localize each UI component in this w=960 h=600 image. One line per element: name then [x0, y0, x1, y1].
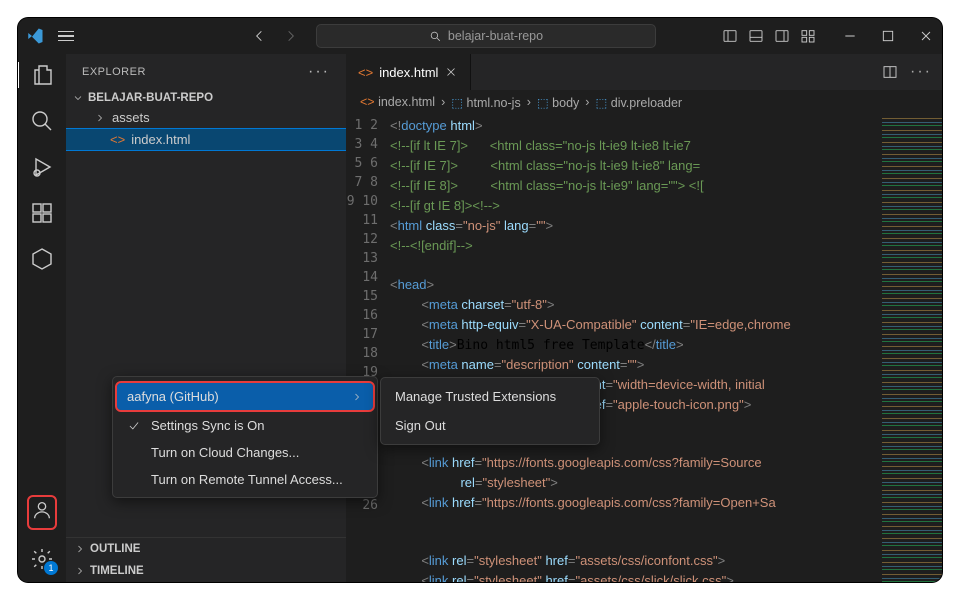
explorer-sidebar: EXPLORER ··· BELAJAR-BUAT-REPO assets <> i… — [66, 54, 346, 582]
tab-more-icon[interactable]: ··· — [910, 63, 932, 81]
line-gutter: 1 2 3 4 5 6 7 8 9 10 11 12 13 14 15 16 1… — [346, 114, 390, 582]
breadcrumb[interactable]: <> index.html›⬚ html.no-js›⬚ body›⬚ div.… — [346, 90, 942, 114]
search-placeholder: belajar-buat-repo — [448, 29, 543, 43]
breadcrumb-segment[interactable]: <> index.html — [360, 95, 435, 109]
activity-debug[interactable] — [29, 154, 55, 180]
editor-area: <> index.html ··· <> index.html›⬚ html.n… — [346, 54, 942, 582]
symbol-icon: ⬚ — [537, 96, 549, 110]
sidebar-section[interactable]: OUTLINE — [66, 538, 346, 560]
tree-item-label: index.html — [131, 132, 190, 147]
hamburger-menu-icon[interactable] — [58, 31, 74, 42]
search-icon — [429, 30, 442, 43]
account-menu-item[interactable]: Turn on Remote Tunnel Access... — [113, 466, 377, 493]
layout-panel-icon[interactable] — [748, 28, 764, 44]
account-submenu-item[interactable]: Sign Out — [381, 411, 599, 440]
chevron-right-icon — [94, 112, 106, 124]
breadcrumb-segment[interactable]: ⬚ body — [537, 95, 579, 110]
tab-label: index.html — [379, 65, 438, 80]
breadcrumb-segment[interactable]: ⬚ html.no-js — [451, 95, 520, 110]
nav-back-icon[interactable] — [252, 28, 268, 44]
layout-sidebar-left-icon[interactable] — [722, 28, 738, 44]
vscode-logo-icon — [26, 27, 44, 45]
workspace-root-label: BELAJAR-BUAT-REPO — [88, 92, 213, 104]
activity-search[interactable] — [29, 108, 55, 134]
split-editor-icon[interactable] — [882, 64, 898, 80]
tab-index-html[interactable]: <> index.html — [346, 54, 471, 90]
activity-remote[interactable] — [29, 246, 55, 272]
account-menu-item[interactable]: Settings Sync is On — [113, 412, 377, 439]
chevron-right-icon — [351, 391, 363, 403]
activity-explorer[interactable] — [18, 62, 65, 88]
account-user-row[interactable]: aafyna (GitHub) — [117, 383, 373, 410]
layout-sidebar-right-icon[interactable] — [774, 28, 790, 44]
title-bar: belajar-buat-repo — [18, 18, 942, 54]
html-file-icon: <> — [110, 132, 125, 147]
sidebar-title: EXPLORER — [82, 66, 146, 78]
check-icon — [127, 419, 141, 433]
chevron-right-icon — [74, 565, 86, 577]
tree-item-label: assets — [112, 110, 150, 125]
account-submenu-item[interactable]: Manage Trusted Extensions — [381, 382, 599, 411]
section-label: TIMELINE — [90, 565, 144, 577]
activity-accounts[interactable] — [27, 495, 57, 530]
activity-bar — [18, 54, 66, 582]
minimap[interactable] — [882, 114, 942, 582]
chevron-down-icon — [72, 92, 84, 104]
chevron-right-icon — [74, 543, 86, 555]
menu-item-label: Settings Sync is On — [151, 418, 264, 433]
html-file-icon: <> — [358, 65, 373, 80]
activity-extensions[interactable] — [29, 200, 55, 226]
section-label: OUTLINE — [90, 543, 140, 555]
nav-forward-icon[interactable] — [282, 28, 298, 44]
code-content[interactable]: <!doctype html> <!--[if lt IE 7]> <html … — [390, 114, 882, 582]
sidebar-more-icon[interactable]: ··· — [308, 63, 330, 81]
workspace-root[interactable]: BELAJAR-BUAT-REPO — [66, 89, 346, 107]
accounts-submenu: Manage Trusted ExtensionsSign Out — [380, 377, 600, 445]
window-maximize-icon[interactable] — [880, 28, 896, 44]
sidebar-section[interactable]: TIMELINE — [66, 560, 346, 582]
folder-item[interactable]: assets — [66, 107, 346, 128]
file-item[interactable]: <> index.html — [66, 128, 346, 151]
menu-item-label: Turn on Remote Tunnel Access... — [151, 472, 343, 487]
tab-close-icon[interactable] — [444, 65, 458, 79]
layout-customize-icon[interactable] — [800, 28, 816, 44]
account-user-label: aafyna (GitHub) — [127, 389, 219, 404]
breadcrumb-segment[interactable]: ⬚ div.preloader — [595, 95, 682, 110]
editor-tabs: <> index.html ··· — [346, 54, 942, 90]
activity-settings[interactable] — [29, 546, 55, 572]
symbol-icon: ⬚ — [595, 96, 607, 110]
account-menu-item[interactable]: Turn on Cloud Changes... — [113, 439, 377, 466]
window-close-icon[interactable] — [918, 28, 934, 44]
menu-item-label: Turn on Cloud Changes... — [151, 445, 299, 460]
window-minimize-icon[interactable] — [842, 28, 858, 44]
accounts-menu: aafyna (GitHub) Settings Sync is On Turn … — [112, 376, 378, 498]
symbol-icon: ⬚ — [451, 96, 463, 110]
html-file-icon: <> — [360, 95, 375, 109]
command-center-search[interactable]: belajar-buat-repo — [316, 24, 656, 48]
